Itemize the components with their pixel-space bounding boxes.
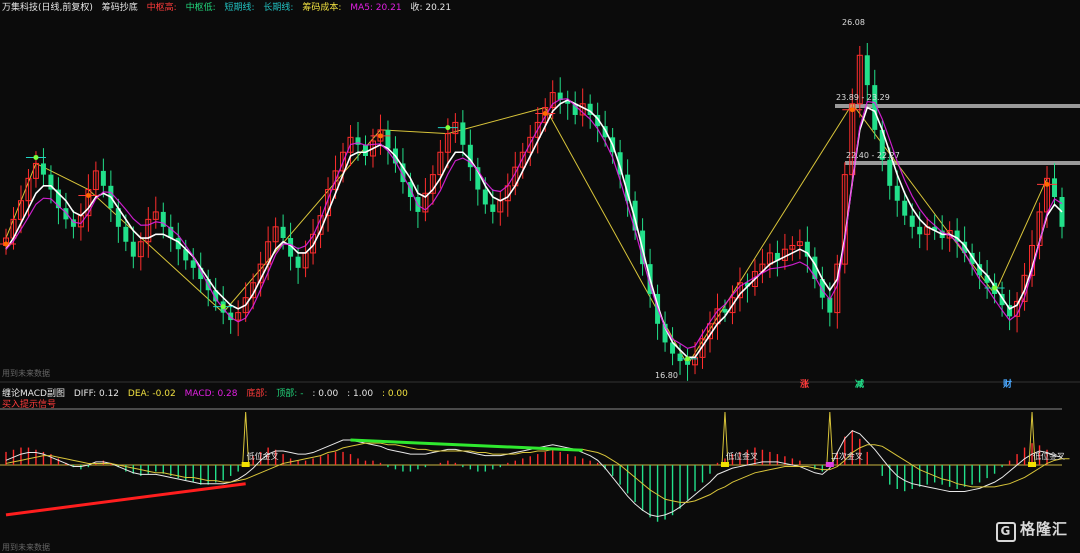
pivot-dot	[685, 356, 691, 362]
extra5-value: : 0.00	[381, 389, 408, 399]
high-price-label: 26.08	[842, 18, 865, 27]
candle-body-down	[130, 241, 136, 257]
logo-text: 格隆汇	[1019, 520, 1068, 538]
candle-body-down	[722, 308, 728, 313]
candle-body-down	[917, 226, 923, 235]
pivot-dot	[85, 193, 91, 199]
candlestick-series	[3, 42, 1065, 381]
bull-divergence-line	[5, 482, 246, 517]
candle-body-down	[887, 159, 893, 186]
candle-body-down	[362, 144, 368, 156]
pivot-dot	[1044, 181, 1050, 187]
signal-label: 低位金叉	[247, 451, 279, 461]
signal-box	[1028, 462, 1037, 467]
short-line-label: 短期线:	[224, 3, 255, 13]
pivot-high-label: 中枢高:	[146, 3, 177, 13]
candle-body-down	[1052, 178, 1058, 197]
future-data-note-bottom: 用到未来数据	[2, 543, 50, 552]
signal-label: 二次金叉	[831, 451, 863, 461]
candle-body-down	[902, 200, 908, 216]
bottom-value: 底部:	[246, 389, 268, 399]
pivot-dot	[33, 154, 39, 160]
signal-box	[720, 462, 729, 467]
macd-header: 缠论MACD副图 DIFF: 0.12 DEA: -0.02 MACD: 0.2…	[2, 386, 414, 399]
diff-line	[5, 430, 1063, 517]
indicator-name[interactable]: 筹码抄底	[102, 3, 138, 13]
buy-hint-label: 买入提示信号	[2, 400, 57, 410]
candle-body-down	[295, 256, 301, 268]
pivot-dot	[377, 133, 383, 139]
pivot-dot	[3, 241, 9, 247]
moving-average-lines	[5, 98, 1063, 359]
pivot-low-label: 中枢低:	[185, 3, 216, 13]
candle-body-down	[123, 226, 129, 242]
signal-box	[825, 462, 834, 467]
diff-value: DIFF: 0.12	[73, 389, 120, 399]
candle-body-down	[100, 170, 106, 186]
watermark-logo: G 格隆汇	[995, 518, 1068, 542]
signal-label: 低位金叉	[726, 451, 758, 461]
zone2-label: 22.40 - 22.27	[846, 151, 900, 160]
candle-body-down	[385, 129, 391, 149]
pivot-dot	[849, 107, 855, 113]
zone2-bar	[845, 161, 1080, 165]
pivot-dot	[220, 304, 226, 310]
pivot-dot	[445, 125, 451, 131]
candle-body-down	[677, 353, 683, 362]
pivot-dot	[992, 285, 998, 291]
macd-value: MACD: 0.28	[184, 389, 238, 399]
candle-body-down	[63, 208, 69, 220]
price-chart-header: 万集科技(日线,前复权) 筹码抄底 中枢高: 中枢低: 短期线: 长期线: 筹码…	[2, 0, 457, 13]
candle-body-down	[894, 185, 900, 201]
ma-white-line	[5, 99, 1063, 359]
logo-icon: G	[995, 522, 1016, 542]
chip-cost-label: 筹码成本:	[302, 3, 342, 13]
candle-body-down	[460, 122, 466, 145]
top-value: 顶部: -	[276, 389, 304, 399]
candle-body-down	[190, 260, 196, 268]
candle-body-down	[685, 361, 691, 365]
stock-chart-canvas[interactable]: 低位金叉 低位金叉 二次金叉 低位金叉 26.08 16.80 23.89 - 23.…	[0, 0, 1080, 552]
close-value: 收: 20.21	[410, 3, 452, 13]
ma-magenta-line	[5, 98, 1063, 350]
divergence-lines	[5, 438, 583, 517]
zone1-label: 23.89 - 23.29	[836, 93, 890, 102]
long-line-label: 长期线:	[263, 3, 294, 13]
buy-marker: 财	[1003, 380, 1013, 390]
candle-body-down	[909, 215, 915, 227]
candle-body-down	[40, 163, 46, 175]
signal-box	[241, 462, 250, 467]
up-marker: 涨	[800, 380, 810, 390]
down-marker: 减	[855, 380, 865, 390]
extra4-value: : 1.00	[347, 389, 374, 399]
candle-body-down	[490, 204, 496, 212]
signal-label: 低位金叉	[1033, 451, 1065, 461]
candle-body-down	[280, 226, 286, 239]
future-data-note-top: 用到未来数据	[2, 369, 50, 378]
pivot-dot	[542, 111, 548, 116]
candle-body-down	[864, 55, 870, 86]
dea-value: DEA: -0.02	[127, 389, 176, 399]
low-price-label: 16.80	[655, 371, 678, 380]
zone1-bar	[835, 104, 1080, 108]
macd-lines	[5, 430, 1070, 517]
extra3-value: : 0.00	[312, 389, 339, 399]
stock-title[interactable]: 万集科技(日线,前复权)	[2, 3, 93, 13]
candle-body-down	[482, 189, 488, 205]
ma5-value: MA5: 20.21	[350, 3, 402, 13]
